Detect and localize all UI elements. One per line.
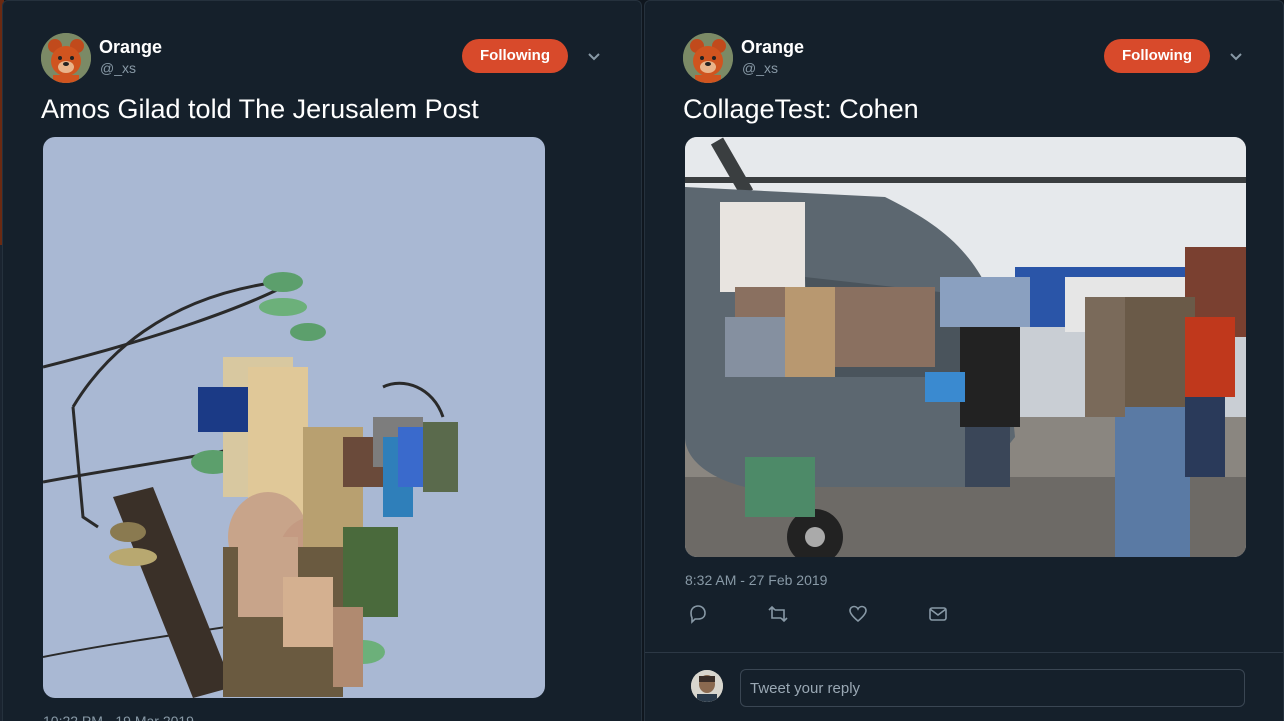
collage-image-icon[interactable] bbox=[43, 137, 545, 698]
bear-avatar-icon[interactable] bbox=[683, 33, 733, 83]
reply-icon[interactable] bbox=[687, 603, 709, 625]
author-handle[interactable]: @_xs bbox=[100, 60, 136, 76]
author-name[interactable]: Orange bbox=[741, 37, 804, 58]
tweet-actions bbox=[687, 603, 987, 627]
following-button[interactable]: Following bbox=[462, 39, 568, 73]
tweet-card: Orange @_xs Following CollageTest: Cohen bbox=[644, 0, 1284, 721]
app-window: Orange @_xs Following Amos Gilad told Th… bbox=[0, 0, 1284, 721]
tweet-timestamp[interactable]: 8:32 AM - 27 Feb 2019 bbox=[685, 572, 827, 588]
helicopter-collage-image-icon[interactable] bbox=[685, 137, 1246, 557]
chevron-down-icon[interactable] bbox=[1227, 47, 1245, 65]
retweet-icon[interactable] bbox=[767, 603, 789, 625]
user-avatar-icon[interactable] bbox=[691, 670, 723, 702]
chevron-down-icon[interactable] bbox=[585, 47, 603, 65]
following-button[interactable]: Following bbox=[1104, 39, 1210, 73]
message-icon[interactable] bbox=[927, 603, 949, 625]
divider bbox=[645, 652, 1283, 653]
tweet-card: Orange @_xs Following Amos Gilad told Th… bbox=[2, 0, 642, 721]
tweet-text: Amos Gilad told The Jerusalem Post bbox=[41, 94, 479, 124]
like-icon[interactable] bbox=[847, 603, 869, 625]
author-handle[interactable]: @_xs bbox=[742, 60, 778, 76]
bear-avatar-icon[interactable] bbox=[41, 33, 91, 83]
author-name[interactable]: Orange bbox=[99, 37, 162, 58]
tweet-text: CollageTest: Cohen bbox=[683, 94, 919, 124]
tweet-timestamp[interactable]: 10:22 PM - 19 Mar 2019 bbox=[43, 713, 194, 721]
reply-input[interactable] bbox=[740, 669, 1245, 707]
